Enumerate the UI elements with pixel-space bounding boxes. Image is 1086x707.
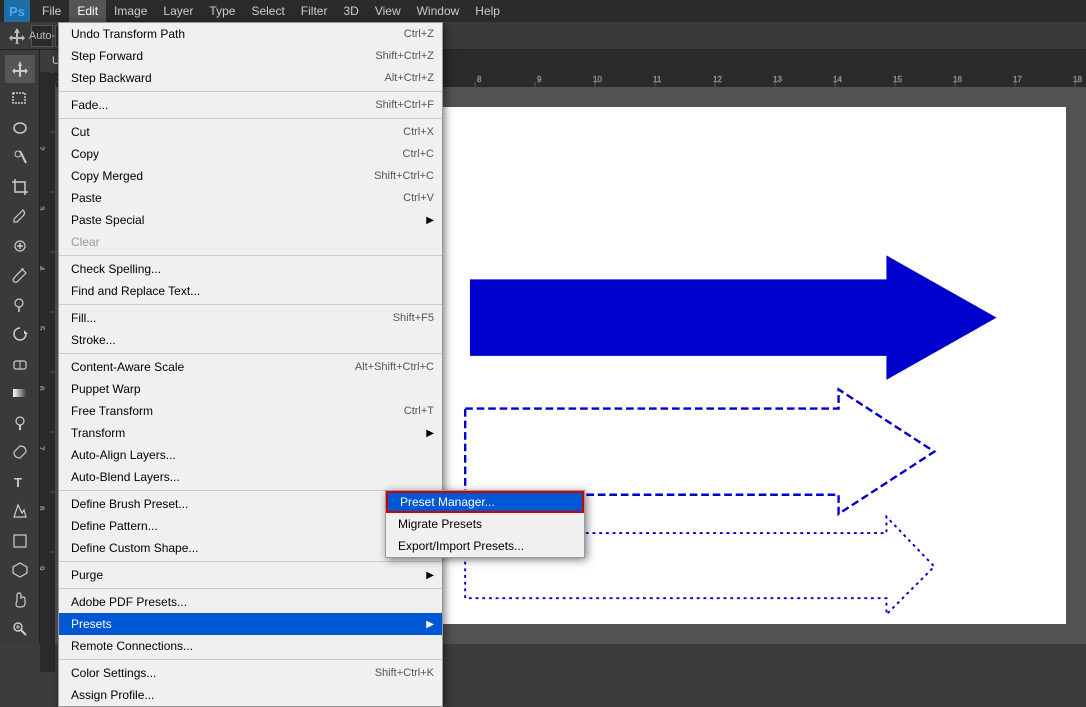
svg-text:14: 14 (833, 75, 842, 84)
svg-text:8: 8 (40, 506, 46, 511)
presets-submenu: Preset Manager... Migrate Presets Export… (385, 490, 585, 558)
tool-move[interactable] (5, 55, 35, 83)
menu-paste-special[interactable]: Paste Special ▶ (59, 209, 442, 231)
svg-text:18: 18 (1073, 75, 1082, 84)
menu-copy[interactable]: Copy Ctrl+C (59, 143, 442, 165)
menu-filter[interactable]: Filter (293, 0, 336, 22)
menu-check-spelling[interactable]: Check Spelling... (59, 258, 442, 280)
menu-help[interactable]: Help (467, 0, 508, 22)
svg-text:8: 8 (477, 75, 482, 84)
menu-select[interactable]: Select (243, 0, 292, 22)
tool-eraser[interactable] (5, 350, 35, 378)
svg-text:6: 6 (40, 386, 46, 391)
ruler-vertical: 2 3 4 5 6 7 8 9 (40, 72, 55, 644)
menu-auto-blend-layers[interactable]: Auto-Blend Layers... (59, 466, 442, 488)
menu-3d[interactable]: 3D (335, 0, 366, 22)
tool-dodge[interactable] (5, 409, 35, 437)
svg-text:11: 11 (653, 75, 662, 84)
divider-9 (59, 659, 442, 660)
svg-text:4: 4 (40, 266, 46, 271)
menu-puppet-warp[interactable]: Puppet Warp (59, 378, 442, 400)
menu-copy-merged[interactable]: Copy Merged Shift+Ctrl+C (59, 165, 442, 187)
menu-edit[interactable]: Edit (69, 0, 106, 22)
divider-5 (59, 353, 442, 354)
tool-pen[interactable] (5, 439, 35, 467)
tool-shape[interactable] (5, 527, 35, 555)
divider-7 (59, 561, 442, 562)
svg-text:12: 12 (713, 75, 722, 84)
options-auto-btn[interactable]: Auto- (31, 25, 53, 47)
divider-3 (59, 255, 442, 256)
divider-8 (59, 588, 442, 589)
menu-adobe-pdf-presets[interactable]: Adobe PDF Presets... (59, 591, 442, 613)
tool-magic-wand[interactable] (5, 144, 35, 172)
menu-bar: Ps File Edit Image Layer Type Select Fil… (0, 0, 1086, 22)
svg-text:2: 2 (40, 146, 46, 151)
menu-purge[interactable]: Purge ▶ (59, 564, 442, 586)
menu-migrate-presets[interactable]: Migrate Presets (386, 513, 584, 535)
svg-text:T: T (14, 475, 22, 490)
tool-lasso[interactable] (5, 114, 35, 142)
svg-text:10: 10 (593, 75, 602, 84)
menu-image[interactable]: Image (106, 0, 155, 22)
menu-presets[interactable]: Presets ▶ (59, 613, 442, 635)
edit-dropdown-menu: Undo Transform Path Ctrl+Z Step Forward … (58, 22, 443, 707)
menu-window[interactable]: Window (409, 0, 468, 22)
svg-text:17: 17 (1013, 75, 1022, 84)
menu-file[interactable]: File (34, 0, 69, 22)
svg-text:15: 15 (893, 75, 902, 84)
menu-step-backward[interactable]: Step Backward Alt+Ctrl+Z (59, 67, 442, 89)
tool-hand[interactable] (5, 586, 35, 614)
tool-zoom[interactable] (5, 616, 35, 644)
menu-find-replace[interactable]: Find and Replace Text... (59, 280, 442, 302)
menu-remote-connections[interactable]: Remote Connections... (59, 635, 442, 657)
menu-stroke[interactable]: Stroke... (59, 329, 442, 351)
menu-paste[interactable]: Paste Ctrl+V (59, 187, 442, 209)
menu-preset-manager[interactable]: Preset Manager... (386, 491, 584, 513)
menu-cut[interactable]: Cut Ctrl+X (59, 121, 442, 143)
menu-type[interactable]: Type (201, 0, 243, 22)
svg-text:13: 13 (773, 75, 782, 84)
tool-crop[interactable] (5, 173, 35, 201)
svg-text:9: 9 (537, 75, 542, 84)
svg-text:5: 5 (40, 326, 46, 331)
tool-history-brush[interactable] (5, 321, 35, 349)
menu-undo-transform-path[interactable]: Undo Transform Path Ctrl+Z (59, 23, 442, 45)
divider-4 (59, 304, 442, 305)
left-toolbar: T (0, 50, 40, 644)
tool-3d[interactable] (5, 557, 35, 585)
menu-color-settings[interactable]: Color Settings... Shift+Ctrl+K (59, 662, 442, 684)
options-move-icon (8, 27, 26, 45)
menu-layer[interactable]: Layer (155, 0, 201, 22)
tool-select-rect[interactable] (5, 85, 35, 113)
divider-2 (59, 118, 442, 119)
tool-heal[interactable] (5, 232, 35, 260)
menu-auto-align-layers[interactable]: Auto-Align Layers... (59, 444, 442, 466)
ps-logo: Ps (4, 0, 30, 22)
tool-clone-stamp[interactable] (5, 291, 35, 319)
menu-fade[interactable]: Fade... Shift+Ctrl+F (59, 94, 442, 116)
menu-transform[interactable]: Transform ▶ (59, 422, 442, 444)
menu-assign-profile[interactable]: Assign Profile... (59, 684, 442, 706)
svg-text:16: 16 (953, 75, 962, 84)
svg-text:9: 9 (40, 566, 46, 571)
tool-brush[interactable] (5, 262, 35, 290)
menu-view[interactable]: View (367, 0, 409, 22)
arrow-solid (470, 255, 997, 379)
menu-step-forward[interactable]: Step Forward Shift+Ctrl+Z (59, 45, 442, 67)
menu-content-aware-scale[interactable]: Content-Aware Scale Alt+Shift+Ctrl+C (59, 356, 442, 378)
menu-clear[interactable]: Clear (59, 231, 442, 253)
tool-path-select[interactable] (5, 498, 35, 526)
tool-eyedropper[interactable] (5, 203, 35, 231)
svg-text:7: 7 (40, 446, 46, 451)
svg-text:3: 3 (40, 206, 46, 211)
divider-1 (59, 91, 442, 92)
tool-gradient[interactable] (5, 380, 35, 408)
menu-fill[interactable]: Fill... Shift+F5 (59, 307, 442, 329)
menu-export-import-presets[interactable]: Export/Import Presets... (386, 535, 584, 557)
menu-free-transform[interactable]: Free Transform Ctrl+T (59, 400, 442, 422)
tool-text[interactable]: T (5, 468, 35, 496)
